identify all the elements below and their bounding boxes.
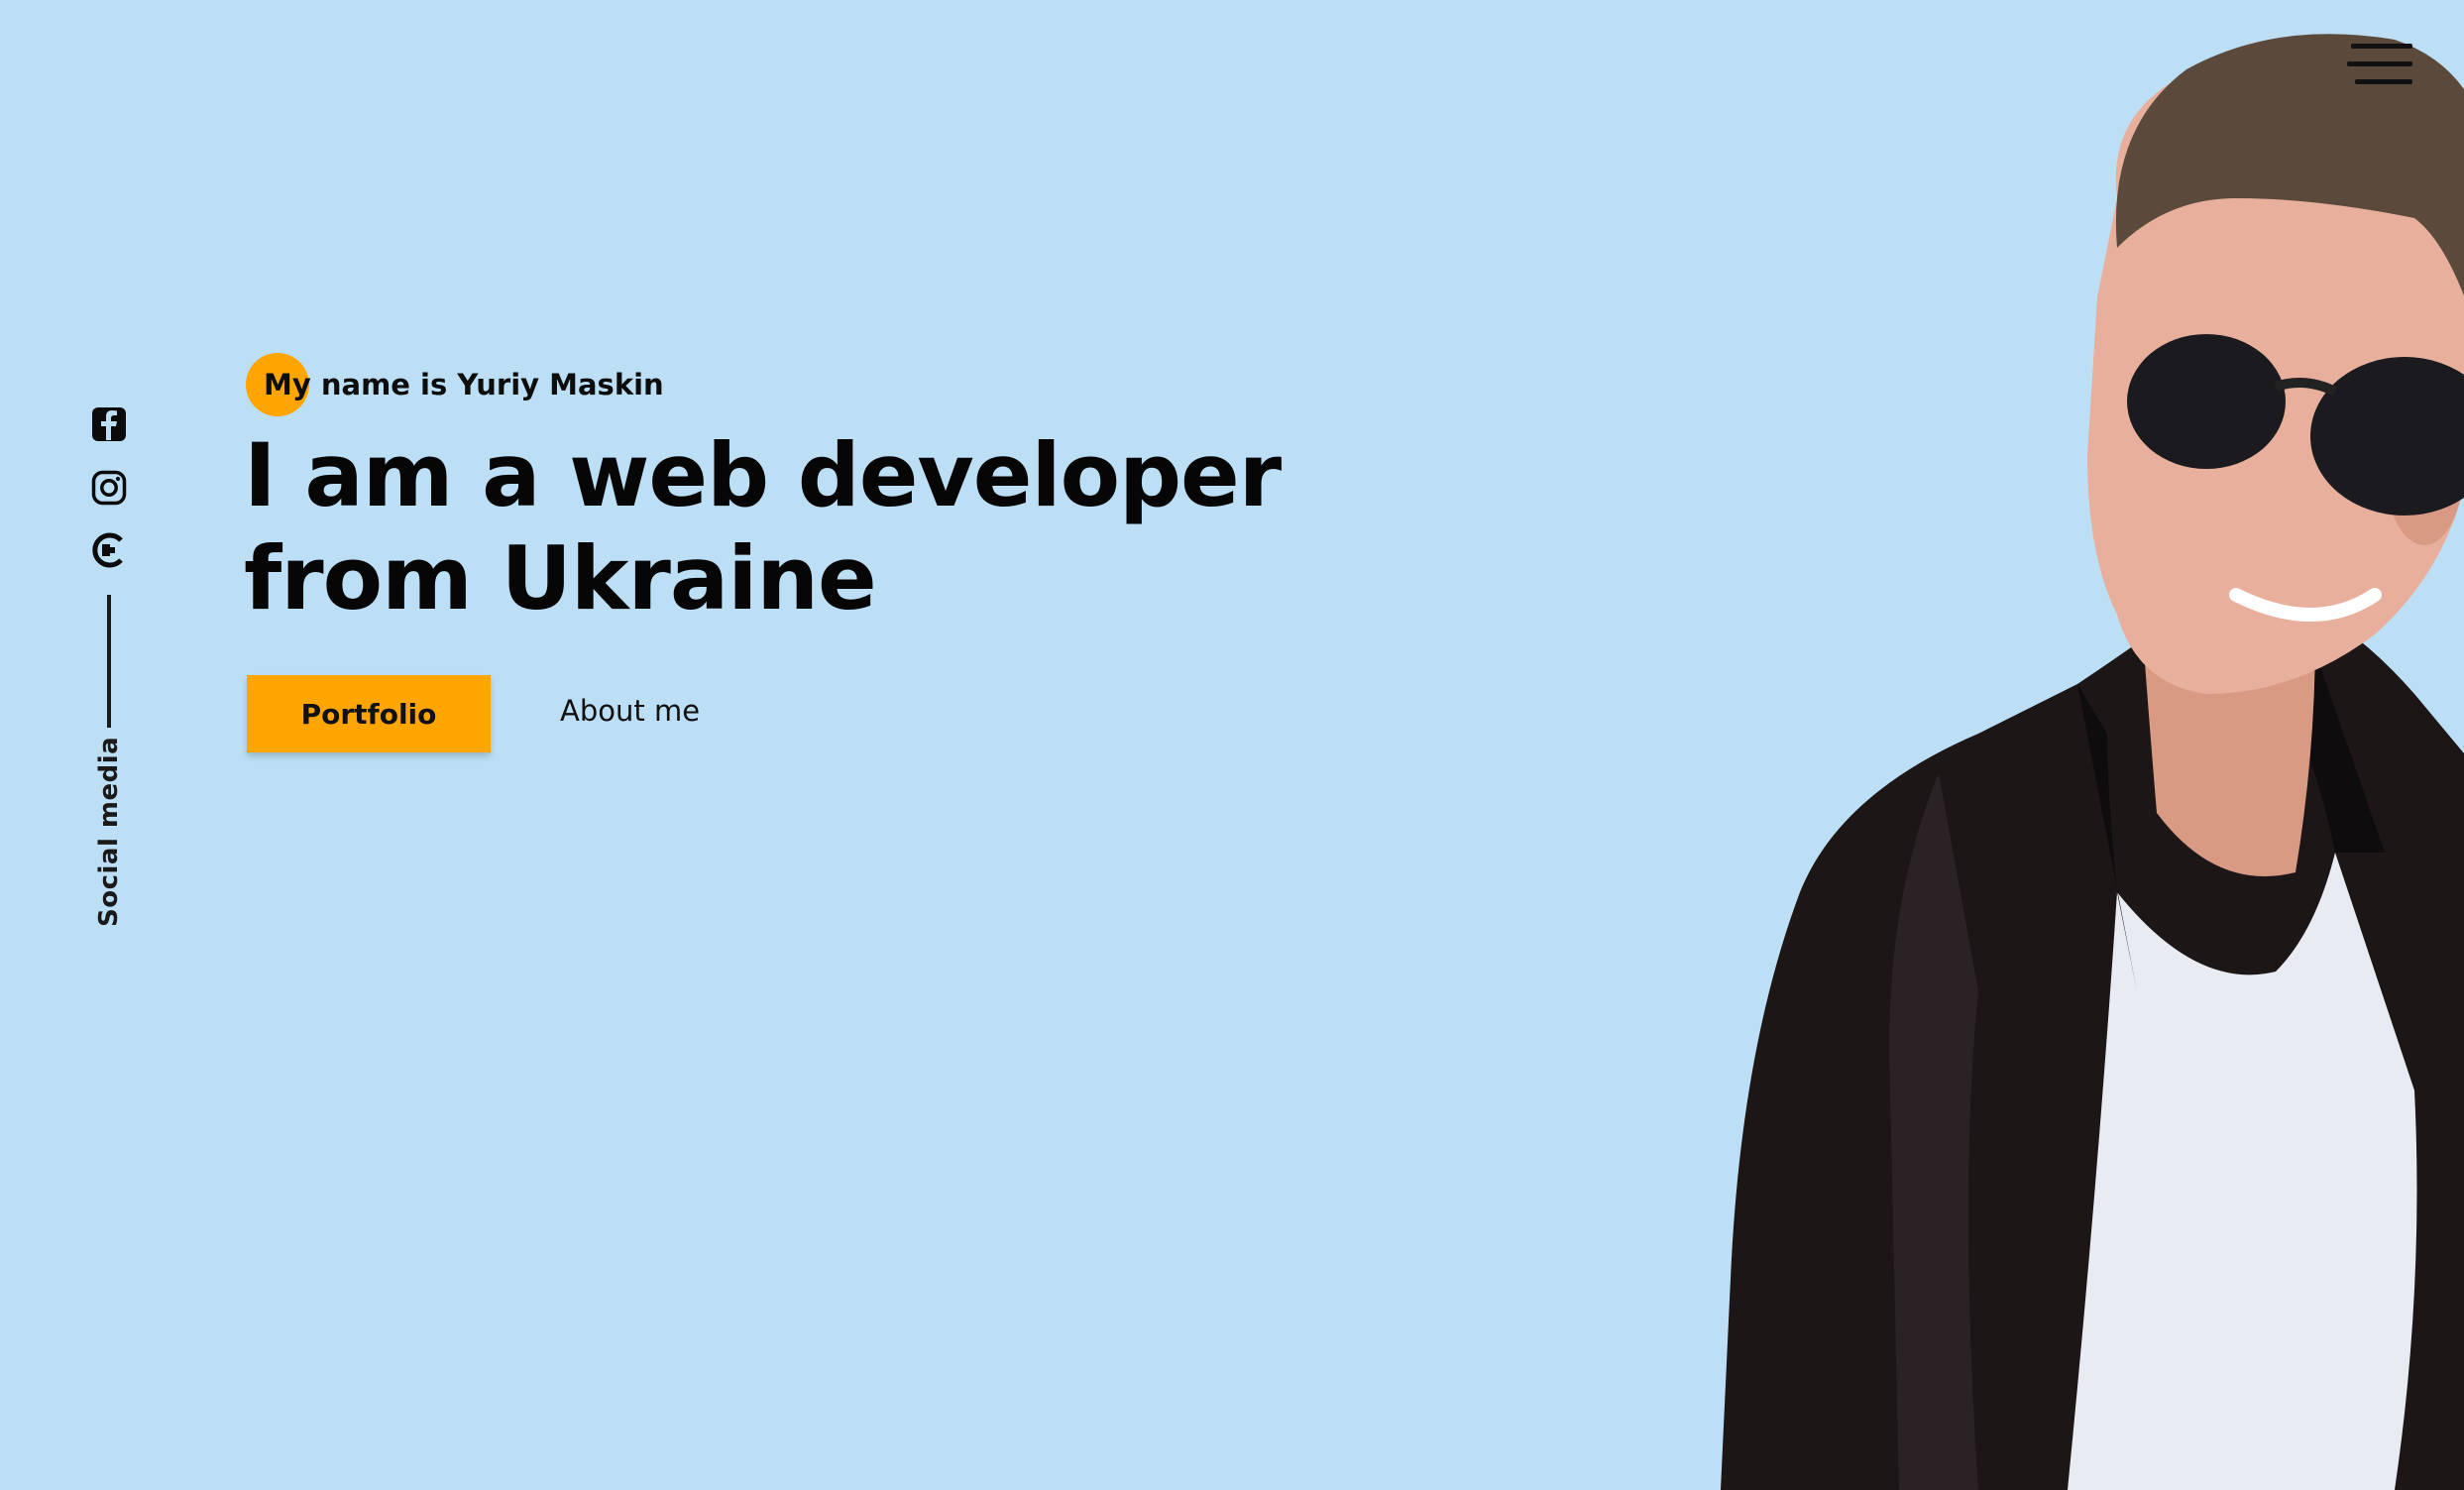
greeting-text: My name is Yuriy Maskin bbox=[264, 368, 664, 401]
about-me-link[interactable]: About me bbox=[560, 694, 700, 728]
social-media-label: Social media bbox=[94, 736, 124, 927]
social-media-rail: Social media bbox=[89, 406, 129, 942]
headline-line-2: from Ukraine bbox=[244, 527, 877, 630]
profile-photo bbox=[1423, 0, 2464, 1490]
hamburger-line bbox=[2351, 44, 2412, 49]
instagram-icon[interactable] bbox=[91, 470, 127, 506]
headline-line-1: I am a web developer bbox=[244, 424, 1282, 526]
hamburger-line bbox=[2347, 61, 2412, 66]
codewars-icon[interactable] bbox=[91, 532, 127, 568]
hamburger-line bbox=[2355, 79, 2412, 84]
facebook-icon[interactable] bbox=[91, 406, 127, 442]
portfolio-button[interactable]: Portfolio bbox=[247, 675, 491, 752]
rail-divider bbox=[107, 595, 111, 728]
hamburger-icon[interactable] bbox=[2347, 44, 2412, 85]
page-title: I am a web developer from Ukraine bbox=[244, 424, 1285, 630]
intro-greeting: My name is Yuriy Maskin bbox=[246, 353, 664, 416]
